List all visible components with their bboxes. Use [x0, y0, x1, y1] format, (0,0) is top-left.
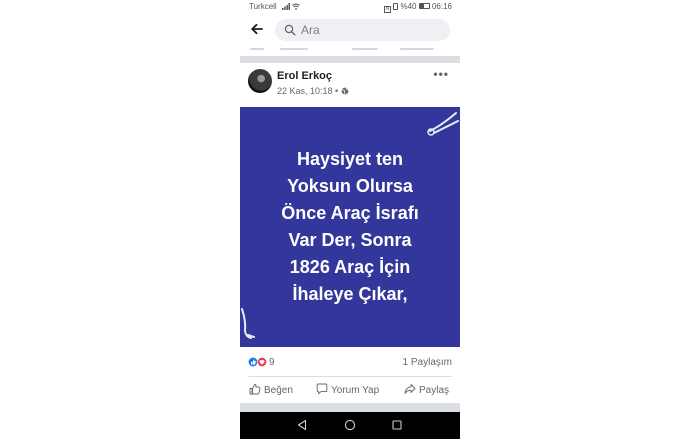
reactions-bar: 9 1 Paylaşım	[240, 349, 460, 375]
image-text: Haysiyet ten Yoksun Olursa Önce Araç İsr…	[240, 146, 460, 308]
post-separator-bottom	[240, 403, 460, 412]
post-actions: Beğen Yorum Yap Paylaş	[240, 378, 460, 402]
author-name[interactable]: Erol Erkoç	[277, 70, 332, 82]
post-timestamp[interactable]: 22 Kas, 10:18 •	[277, 86, 338, 96]
like-reaction-icon	[248, 357, 258, 367]
search-bar[interactable]	[275, 19, 450, 41]
scissors-decoration	[427, 112, 459, 136]
actions-divider	[248, 376, 452, 377]
post-meta: 22 Kas, 10:18 •	[277, 86, 349, 96]
like-label: Beğen	[264, 385, 293, 396]
previous-post-remnant	[240, 48, 460, 56]
globe-icon	[341, 87, 349, 95]
share-button[interactable]: Paylaş	[404, 383, 449, 396]
comment-icon	[316, 383, 328, 395]
back-arrow-icon[interactable]	[249, 21, 265, 37]
scissors-decoration-left	[241, 308, 255, 339]
reaction-count[interactable]: 9	[269, 357, 275, 368]
search-icon	[284, 24, 296, 36]
phone-screen: Turkcell N %40 06:16 Erol Erk	[240, 0, 460, 439]
share-icon	[404, 384, 416, 394]
comment-label: Yorum Yap	[331, 385, 380, 396]
image-text-line: Var Der, Sonra	[288, 230, 412, 250]
status-bar: Turkcell N %40 06:16	[240, 0, 460, 14]
post-header: Erol Erkoç 22 Kas, 10:18 • •••	[240, 63, 460, 107]
clock: 06:16	[431, 2, 452, 11]
love-reaction-icon	[257, 357, 267, 367]
battery-percent: %40	[400, 2, 417, 11]
carrier-name: Turkcell	[249, 2, 277, 11]
search-header	[240, 14, 460, 48]
reaction-icons[interactable]	[248, 357, 270, 367]
share-count[interactable]: 1 Paylaşım	[403, 357, 452, 368]
share-label: Paylaş	[419, 385, 450, 396]
avatar[interactable]	[248, 69, 272, 93]
image-text-line: İhaleye Çıkar,	[292, 284, 408, 304]
search-input[interactable]	[301, 22, 441, 38]
nfc-icon: N	[384, 6, 392, 13]
wifi-icon	[292, 2, 300, 11]
status-right: N %40 06:16	[384, 2, 452, 13]
signal-icon	[282, 2, 290, 11]
post-separator	[240, 56, 460, 63]
like-icon	[249, 383, 261, 395]
image-text-line: Yoksun Olursa	[287, 176, 413, 196]
battery-icon	[418, 3, 430, 9]
post-image[interactable]: Haysiyet ten Yoksun Olursa Önce Araç İsr…	[240, 107, 460, 347]
like-button[interactable]: Beğen	[249, 383, 293, 396]
nav-recents-icon[interactable]	[391, 419, 403, 431]
nav-back-icon[interactable]	[296, 419, 308, 431]
image-text-line: Haysiyet ten	[296, 149, 404, 169]
image-text-line: Önce Araç İsrafı	[281, 203, 419, 223]
image-text-line: 1826 Araç İçin	[289, 257, 411, 277]
nav-home-icon[interactable]	[344, 419, 356, 431]
comment-button[interactable]: Yorum Yap	[316, 383, 379, 396]
android-nav-bar	[240, 412, 460, 439]
vibrate-icon	[393, 3, 399, 10]
more-icon[interactable]: •••	[433, 67, 449, 81]
